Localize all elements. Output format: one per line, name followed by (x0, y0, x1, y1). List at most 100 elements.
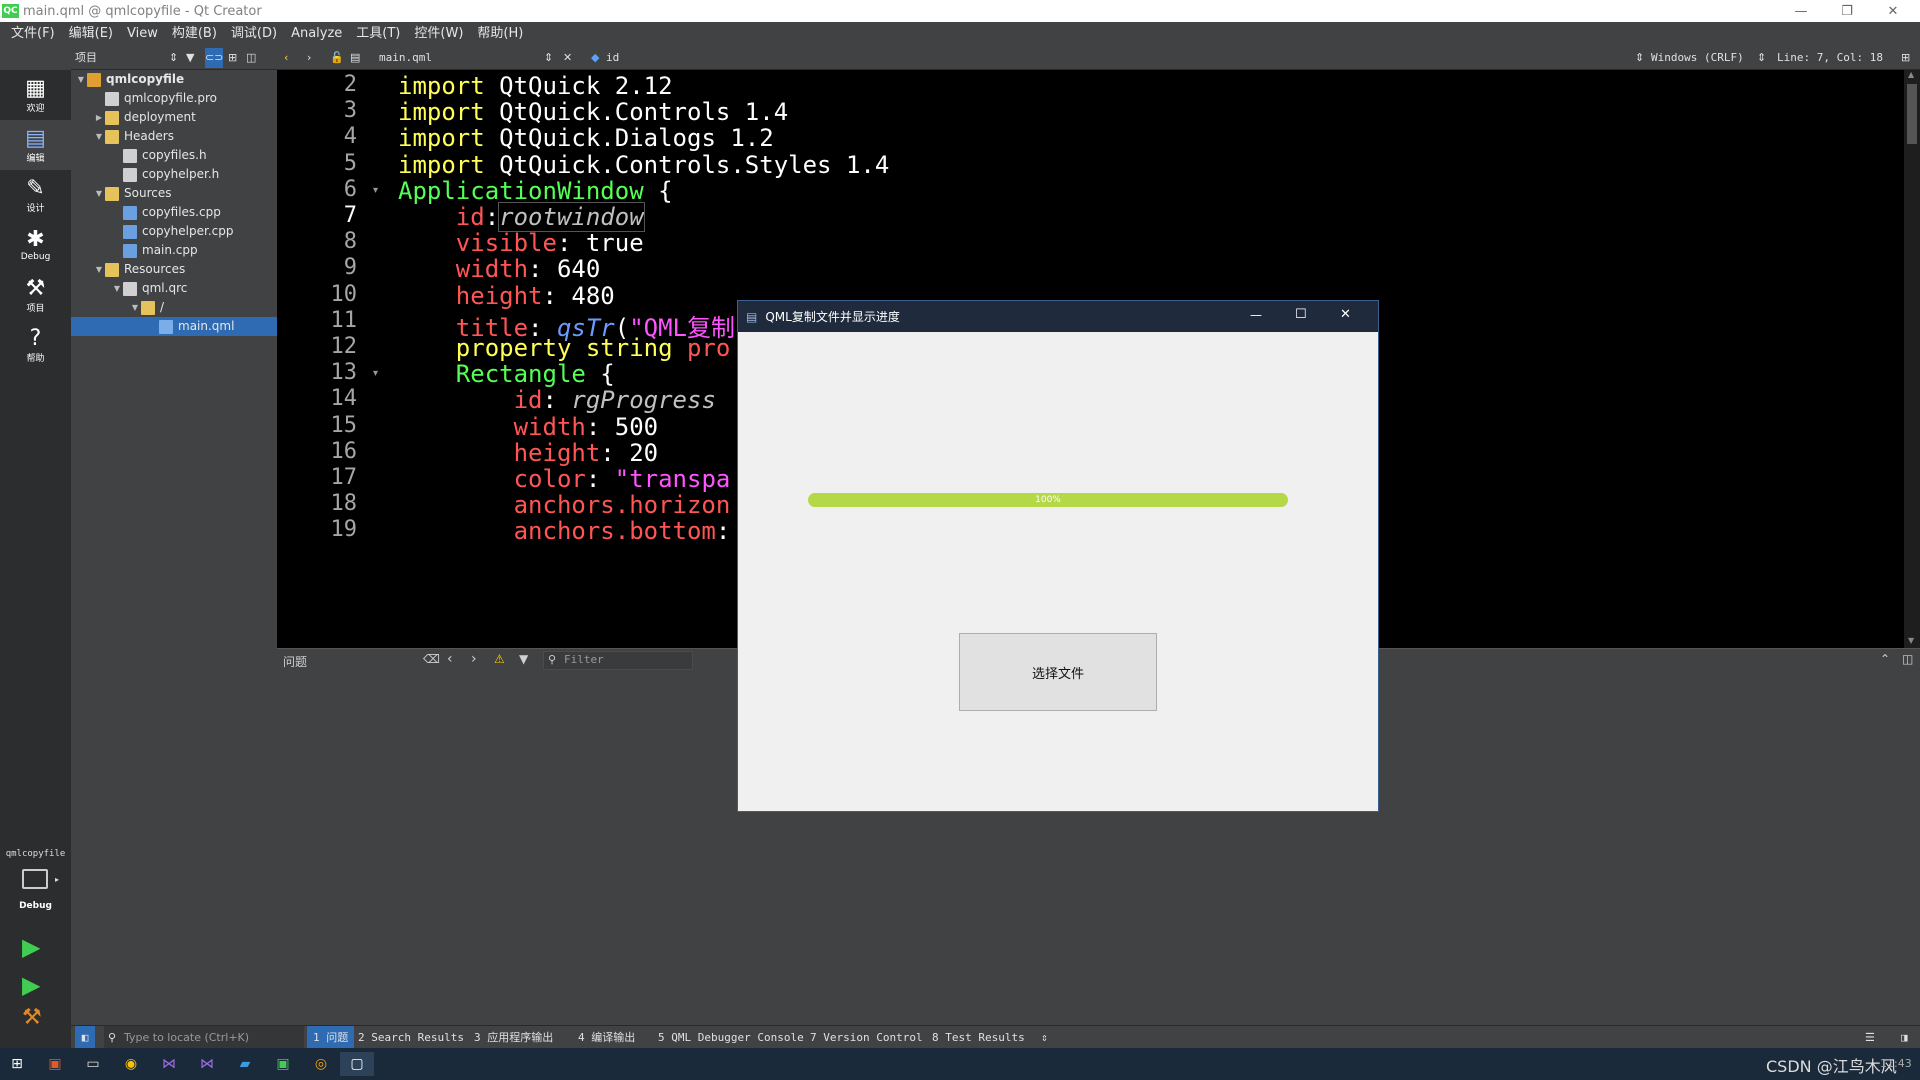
mode-help[interactable]: ? 帮助 (0, 320, 71, 370)
warning-icon[interactable]: ⚠ (494, 652, 505, 666)
menu-item[interactable]: View (120, 22, 165, 46)
menu-item[interactable]: 工具(T) (349, 22, 407, 46)
running-app-icon[interactable]: ▢ (340, 1052, 374, 1076)
forward-icon[interactable]: › (307, 48, 311, 68)
menu-item[interactable]: 调试(D) (224, 22, 284, 46)
output-tab[interactable]: 2 Search Results (352, 1026, 470, 1049)
symbol-selector[interactable]: id (606, 48, 619, 68)
expanded-arrow-icon[interactable]: ▼ (93, 184, 105, 203)
app-maximize-icon[interactable]: ☐ (1295, 307, 1307, 322)
expanded-arrow-icon[interactable]: ▼ (93, 260, 105, 279)
locate-input[interactable]: ⚲ Type to locate (Ctrl+K) (104, 1026, 304, 1049)
tree-item[interactable]: copyfiles.cpp (71, 203, 277, 222)
menu-item[interactable]: Analyze (284, 22, 349, 46)
scroll-down-icon[interactable]: ▼ (1908, 636, 1914, 645)
output-tab[interactable]: 1 问题 (307, 1026, 355, 1049)
project-view-selector[interactable]: 项目 ⇕ (75, 48, 179, 68)
maximize-pane-icon[interactable]: ⌃ (1880, 652, 1890, 666)
cursor-position[interactable]: Line: 7, Col: 18 (1777, 48, 1883, 68)
tree-item[interactable]: copyhelper.cpp (71, 222, 277, 241)
tree-item[interactable]: ▼ qmlcopyfile (71, 70, 277, 89)
updown-icon[interactable]: ⇕ (1757, 48, 1766, 68)
output-tab[interactable]: 5 QML Debugger Console (652, 1026, 810, 1049)
qt-creator-icon[interactable]: ▣ (270, 1052, 296, 1076)
powershell-icon[interactable]: ▰ (232, 1052, 258, 1076)
tree-item[interactable]: ▼ Sources (71, 184, 277, 203)
filter-icon[interactable]: ▼ (186, 48, 194, 68)
kit-arrow-icon[interactable]: ▸ (55, 875, 59, 884)
expanded-arrow-icon[interactable]: ▼ (111, 279, 123, 298)
expanded-arrow-icon[interactable]: ▼ (75, 70, 87, 89)
app-close-icon[interactable]: ✕ (1340, 307, 1351, 322)
app-icon[interactable]: ▣ (42, 1052, 68, 1076)
browser-icon[interactable]: ◎ (308, 1052, 334, 1076)
mode-design[interactable]: ✎ 设计 (0, 170, 71, 220)
clean-icon[interactable]: ⌫ (423, 652, 440, 666)
chrome-icon[interactable]: ◉ (118, 1052, 144, 1076)
fold-marker-icon[interactable]: ▾ (373, 368, 378, 379)
output-tab[interactable]: 7 Version Control (804, 1026, 929, 1049)
issues-filter-input[interactable]: ⚲ Filter (543, 651, 693, 670)
close-document-icon[interactable]: ✕ (563, 48, 572, 68)
tree-item[interactable]: main.qml (71, 317, 277, 336)
menu-item[interactable]: 文件(F) (4, 22, 62, 46)
select-file-button[interactable]: 选择文件 (959, 633, 1157, 711)
visual-studio-icon[interactable]: ⋈ (156, 1052, 182, 1076)
close-pane-icon[interactable]: ◫ (1902, 652, 1913, 666)
tree-item[interactable]: ▼ qml.qrc (71, 279, 277, 298)
visual-studio-icon[interactable]: ⋈ (194, 1052, 220, 1076)
fold-marker-icon[interactable]: ▾ (373, 185, 378, 196)
expanded-arrow-icon[interactable]: ▼ (129, 298, 141, 317)
updown-icon[interactable]: ⇕ (1635, 48, 1644, 68)
updown-icon[interactable]: ⇕ (1041, 1026, 1048, 1049)
back-icon[interactable]: ‹ (284, 48, 288, 68)
split-icon[interactable]: ⊞ (228, 48, 237, 68)
mode-bug[interactable]: ✱ Debug (0, 220, 71, 270)
tree-item[interactable]: ▼ Resources (71, 260, 277, 279)
tree-item[interactable]: qmlcopyfile.pro (71, 89, 277, 108)
link-icon[interactable]: ⊂⊃ (205, 48, 223, 68)
output-tab[interactable]: 8 Test Results (926, 1026, 1031, 1049)
editor-scrollbar[interactable]: ▲ ▼ (1904, 70, 1920, 648)
tree-item[interactable]: ▼ Headers (71, 127, 277, 146)
scroll-up-icon[interactable]: ▲ (1908, 70, 1914, 79)
restore-icon[interactable]: ❐ (1824, 0, 1870, 22)
tree-item[interactable]: copyfiles.h (71, 146, 277, 165)
app-title-bar[interactable]: ▤ QML复制文件并显示进度 — ☐ ✕ (738, 301, 1378, 332)
app-minimize-icon[interactable]: — (1250, 308, 1262, 322)
filter-icon[interactable]: ▼ (519, 652, 528, 666)
debug-run-icon[interactable]: ▶ (22, 971, 40, 999)
tree-item[interactable]: main.cpp (71, 241, 277, 260)
next-icon[interactable]: › (471, 651, 477, 667)
menu-item[interactable]: 构建(B) (165, 22, 224, 46)
tree-item[interactable]: ▼ / (71, 298, 277, 317)
windows-start-icon[interactable]: ⊞ (4, 1052, 30, 1076)
scrollbar-thumb[interactable] (1907, 84, 1917, 144)
menu-item[interactable]: 控件(W) (407, 22, 470, 46)
monitor-icon[interactable] (22, 869, 48, 889)
lock-icon[interactable]: 🔓 (330, 48, 344, 68)
mode-grid[interactable]: ▦ 欢迎 (0, 70, 71, 120)
output-tab[interactable]: 4 编译输出 (572, 1026, 641, 1049)
progress-details-icon[interactable]: ☰ (1865, 1026, 1875, 1049)
updown-icon[interactable]: ⇕ (544, 48, 553, 68)
minimize-icon[interactable]: — (1778, 0, 1824, 22)
toggle-sidebar-icon[interactable]: ◧ (75, 1026, 95, 1049)
tree-item[interactable]: ▶ deployment (71, 108, 277, 127)
split-editor-icon[interactable]: ⊞ (1901, 48, 1910, 68)
open-file-name[interactable]: main.qml (379, 48, 432, 68)
terminal-icon[interactable]: ▭ (80, 1052, 106, 1076)
mode-wrench[interactable]: ⚒ 项目 (0, 270, 71, 320)
toggle-right-sidebar-icon[interactable]: ◨ (1901, 1026, 1908, 1049)
output-tab[interactable]: 3 应用程序输出 (468, 1026, 559, 1049)
expanded-arrow-icon[interactable]: ▼ (93, 127, 105, 146)
line-ending-selector[interactable]: Windows (CRLF) (1651, 48, 1744, 68)
menu-item[interactable]: 编辑(E) (62, 22, 120, 46)
close-sidebar-icon[interactable]: ◫ (246, 48, 256, 68)
run-icon[interactable]: ▶ (22, 933, 40, 961)
mode-edit[interactable]: ▤ 编辑 (0, 120, 71, 170)
prev-icon[interactable]: ‹ (447, 651, 453, 667)
close-icon[interactable]: ✕ (1870, 0, 1916, 22)
menu-item[interactable]: 帮助(H) (470, 22, 530, 46)
tree-item[interactable]: copyhelper.h (71, 165, 277, 184)
